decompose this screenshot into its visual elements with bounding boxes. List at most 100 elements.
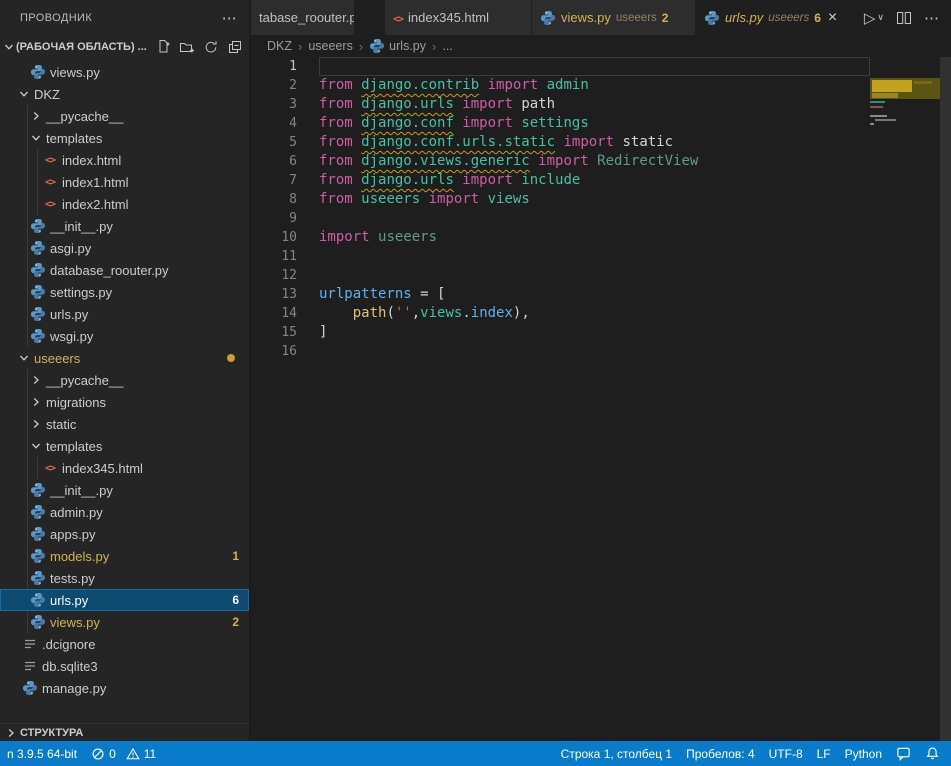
line-number: 7	[251, 171, 319, 190]
tree-file-database_roouter.py[interactable]: database_roouter.py	[0, 259, 249, 281]
tree-folder-migrations[interactable]: migrations	[0, 391, 249, 413]
line-number: 13	[251, 285, 319, 304]
tree-file-admin.py[interactable]: admin.py	[0, 501, 249, 523]
tree-folder-__pycache__[interactable]: __pycache__	[0, 105, 249, 127]
python-file-icon	[369, 38, 385, 54]
status-eol[interactable]: LF	[810, 741, 838, 766]
tree-folder-DKZ[interactable]: DKZ	[0, 83, 249, 105]
code-content[interactable]: 12from django.contrib import admin3from …	[251, 57, 951, 741]
code-editor[interactable]: 12from django.contrib import admin3from …	[251, 57, 951, 741]
tree-file-urls.py[interactable]: urls.py 6	[0, 589, 249, 611]
problems-badge: 6	[232, 593, 239, 607]
tree-item-label: database_roouter.py	[50, 263, 169, 278]
tree-folder-useeers[interactable]: useeers	[0, 347, 249, 369]
tab-problems-badge: 6	[814, 11, 821, 25]
explorer-title: ПРОВОДНИК	[20, 12, 92, 24]
breadcrumb-item-DKZ[interactable]: DKZ	[267, 39, 292, 53]
tree-file-__init__.py[interactable]: __init__.py	[0, 479, 249, 501]
tree-file-index345.html[interactable]: <>index345.html	[0, 457, 249, 479]
minimap-mark	[875, 119, 896, 121]
line-number: 2	[251, 76, 319, 95]
tree-item-label: views.py	[50, 65, 100, 80]
status-encoding[interactable]: UTF-8	[762, 741, 810, 766]
close-icon[interactable]: ×	[828, 10, 837, 26]
refresh-icon[interactable]	[203, 39, 219, 55]
explorer-more-icon[interactable]: ⋯	[222, 9, 237, 27]
status-notifications[interactable]	[918, 741, 947, 766]
python-file-icon	[540, 10, 556, 26]
code-line-7: 7from django.urls import include	[251, 171, 951, 190]
tree-file-models.py[interactable]: models.py1	[0, 545, 249, 567]
breadcrumb-item-useeers[interactable]: useeers	[308, 39, 352, 53]
problems-badge: 2	[232, 615, 239, 629]
tree-item-label: manage.py	[42, 681, 106, 696]
new-folder-icon[interactable]	[179, 39, 195, 55]
chevron-right-icon	[28, 375, 44, 385]
breadcrumb-label: useeers	[308, 39, 352, 53]
tree-file-views.py[interactable]: views.py2	[0, 611, 249, 633]
tree-folder-templates[interactable]: templates	[0, 435, 249, 457]
status-cursor-position[interactable]: Строка 1, столбец 1	[554, 741, 679, 766]
tree-item-label: __init__.py	[50, 219, 113, 234]
tree-item-label: urls.py	[50, 593, 88, 608]
tree-file-index1.html[interactable]: <>index1.html	[0, 171, 249, 193]
code-text: from django.conf import settings	[319, 114, 589, 133]
code-line-14: 14 path('',views.index),	[251, 304, 951, 323]
collapse-all-icon[interactable]	[227, 39, 243, 55]
file-file-icon	[20, 658, 40, 674]
breadcrumb-item-urls.py[interactable]: urls.py	[369, 38, 426, 54]
workspace-section-header[interactable]: (РАБОЧАЯ ОБЛАСТЬ) ...	[0, 35, 249, 58]
tree-item-label: settings.py	[50, 285, 112, 300]
breadcrumb-item-...[interactable]: ...	[442, 39, 452, 53]
tree-item-label: templates	[46, 439, 102, 454]
status-feedback[interactable]	[889, 741, 918, 766]
tab-bar: tabase_roouter.py <>index345.htmlviews.py…	[251, 0, 951, 35]
python-file-icon	[28, 328, 48, 344]
tab-views.py[interactable]: views.pyuseeers2	[532, 0, 696, 35]
status-indentation[interactable]: Пробелов: 4	[679, 741, 762, 766]
python-file-icon	[28, 64, 48, 80]
status-problems[interactable]: 011	[84, 741, 169, 766]
tab-index345.html[interactable]: <>index345.html	[385, 0, 532, 35]
run-dropdown-icon[interactable]: ∨	[877, 12, 884, 23]
tree-file-urls.py[interactable]: urls.py	[0, 303, 249, 325]
tree-file-settings.py[interactable]: settings.py	[0, 281, 249, 303]
tree-folder-static[interactable]: static	[0, 413, 249, 435]
html-file-icon: <>	[393, 10, 403, 25]
breadcrumb-label: DKZ	[267, 39, 292, 53]
tree-file-db.sqlite3[interactable]: db.sqlite3	[0, 655, 249, 677]
tab-tabase_roouter.py[interactable]: tabase_roouter.py	[251, 0, 355, 35]
tree-file-asgi.py[interactable]: asgi.py	[0, 237, 249, 259]
tree-file-__init__.py[interactable]: __init__.py	[0, 215, 249, 237]
tab-description: useeers	[768, 12, 809, 24]
vertical-scrollbar[interactable]	[940, 57, 951, 741]
tree-file-views.py[interactable]: views.py	[0, 61, 249, 83]
tree-file-tests.py[interactable]: tests.py	[0, 567, 249, 589]
tree-file-index2.html[interactable]: <>index2.html	[0, 193, 249, 215]
tree-item-label: __pycache__	[46, 109, 123, 124]
new-file-icon[interactable]	[155, 39, 171, 55]
more-actions-icon[interactable]: ⋯	[924, 9, 939, 27]
tree-item-label: urls.py	[50, 307, 88, 322]
tree-file-.dcignore[interactable]: .dcignore	[0, 633, 249, 655]
tab-urls.py[interactable]: urls.pyuseeers6×	[696, 0, 852, 35]
tree-file-manage.py[interactable]: manage.py	[0, 677, 249, 699]
tree-file-index.html[interactable]: <>index.html	[0, 149, 249, 171]
tab-problems-badge: 2	[662, 11, 669, 25]
python-file-icon	[28, 504, 48, 520]
split-editor-icon[interactable]	[896, 10, 912, 26]
code-text: from django.views.generic import Redirec…	[319, 152, 698, 171]
run-button[interactable]: ▷∨	[864, 9, 884, 27]
editor-group: tabase_roouter.py <>index345.htmlviews.py…	[251, 0, 951, 741]
tree-folder-templates[interactable]: templates	[0, 127, 249, 149]
tree-folder-__pycache__[interactable]: __pycache__	[0, 369, 249, 391]
minimap-mark	[872, 80, 912, 92]
minimap[interactable]	[870, 57, 940, 741]
outline-section-header[interactable]: СТРУКТУРА	[0, 723, 249, 741]
line-number: 16	[251, 342, 319, 361]
status-language-mode[interactable]: Python	[838, 741, 889, 766]
modified-dot	[227, 354, 235, 362]
status-python-interpreter[interactable]: n 3.9.5 64-bit	[0, 741, 84, 766]
tree-file-wsgi.py[interactable]: wsgi.py	[0, 325, 249, 347]
tree-file-apps.py[interactable]: apps.py	[0, 523, 249, 545]
